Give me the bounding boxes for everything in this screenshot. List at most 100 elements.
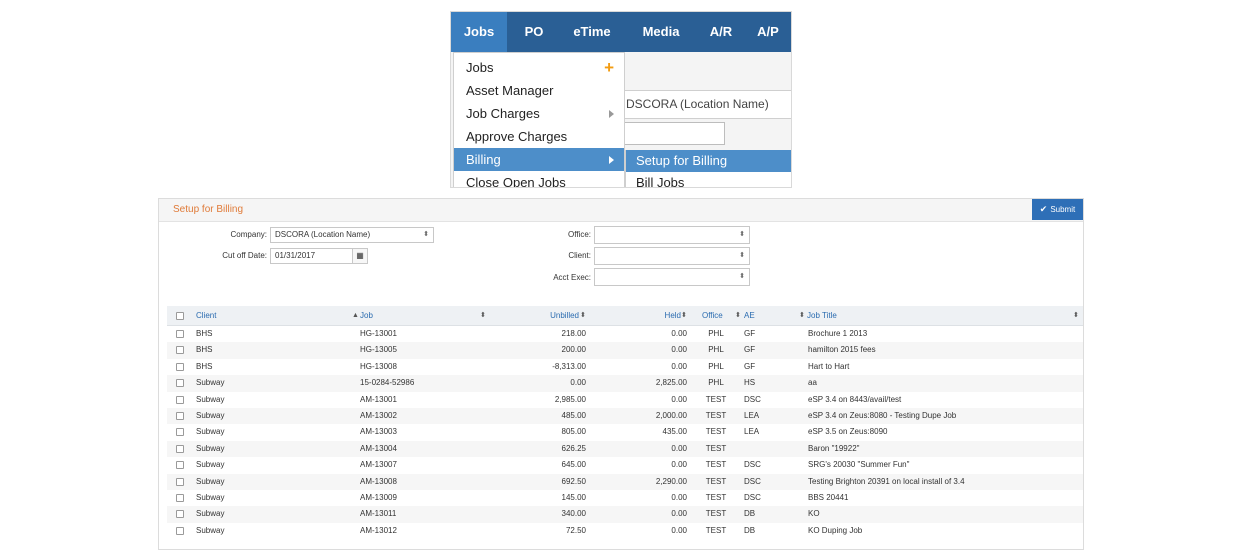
column-header-unbilled[interactable]: Unbilled (507, 306, 579, 325)
cutoff-date-value: 01/31/2017 (275, 251, 316, 260)
sort-icon[interactable]: ⬍ (580, 306, 586, 325)
cell-ae: GF (744, 329, 756, 338)
cell-job-title: aa (808, 378, 817, 388)
cell-held: 435.00 (662, 427, 687, 437)
menu-item-close-open-jobs[interactable]: Close Open Jobs (454, 171, 624, 188)
row-checkbox[interactable] (176, 494, 184, 502)
row-checkbox[interactable] (176, 379, 184, 388)
menu-item-asset-manager[interactable]: Asset Manager (454, 79, 624, 102)
column-header-held[interactable]: Held (617, 306, 681, 325)
table-row[interactable]: Subway 15-0284-52986 0.00 2,825.00 PHL HS aa (167, 375, 1083, 392)
cell-office: PHL (708, 345, 724, 355)
sort-asc-icon[interactable]: ▲ (352, 306, 359, 325)
office-select[interactable]: ⬍ (594, 226, 750, 244)
cell-job-title: Baron "19922" (808, 443, 860, 453)
nav-tab-ar[interactable]: A/R (699, 12, 743, 52)
column-header-job[interactable]: Job (360, 306, 373, 325)
table-row[interactable]: Subway AM-13008 692.50 2,290.00 TEST DSC Testi… (167, 473, 1083, 490)
submit-label: Submit (1050, 205, 1076, 214)
cell-office: TEST (705, 525, 727, 535)
column-header-job-title[interactable]: Job Title (807, 306, 837, 325)
row-checkbox[interactable] (176, 346, 184, 355)
vertical-scrollbar[interactable] (1083, 326, 1084, 531)
cell-ae: DSC (744, 394, 761, 404)
cell-ae: HS (744, 378, 756, 388)
cell-job-title: eSP 3.5 on Zeus:8090 (808, 427, 888, 437)
menu-item-jobs[interactable]: Jobs + (454, 56, 624, 79)
row-checkbox[interactable] (176, 477, 184, 486)
client-select[interactable]: ⬍ (594, 247, 750, 265)
column-header-office[interactable]: Office (702, 306, 723, 325)
cutoff-date-input[interactable]: 01/31/2017 ▦ (270, 248, 368, 264)
select-caret-icon: ⬍ (739, 231, 745, 238)
cell-office: PHL (708, 361, 724, 371)
table-row[interactable]: BHS HG-13001 218.00 0.00 PHL GF Brochure 1 201… (167, 326, 1083, 342)
check-icon: ✔ (1039, 204, 1048, 214)
nav-tab-ap[interactable]: A/P (743, 12, 791, 52)
table-row[interactable]: Subway AM-13011 340.00 0.00 TEST DB KO (167, 506, 1083, 523)
table-row[interactable]: Subway AM-13007 645.00 0.00 TEST DSC SRG's 200… (167, 457, 1083, 473)
menu-item-approve-charges[interactable]: Approve Charges (454, 125, 624, 148)
sort-icon[interactable]: ⬍ (735, 306, 741, 325)
table-row[interactable]: BHS HG-13005 200.00 0.00 PHL GF hamilton 2015 … (167, 342, 1083, 359)
acct-exec-label: Acct Exec: (553, 273, 591, 282)
row-checkbox[interactable] (176, 362, 184, 371)
acct-exec-select[interactable]: ⬍ (594, 268, 750, 286)
cell-held: 0.00 (671, 329, 687, 338)
company-select[interactable]: DSCORA (Location Name) ⬍ (270, 227, 434, 243)
select-all-checkbox[interactable] (176, 312, 184, 320)
table-row[interactable]: Subway AM-13004 626.25 0.00 TEST Baron "19922… (167, 440, 1083, 458)
cell-client: BHS (196, 361, 213, 371)
row-checkbox[interactable] (176, 330, 184, 338)
calendar-icon[interactable]: ▦ (352, 249, 367, 263)
menu-item-label: Close Open Jobs (466, 175, 566, 188)
sort-icon[interactable]: ⬍ (681, 306, 687, 325)
select-caret-icon: ⬍ (739, 252, 745, 259)
cutoff-date-label: Cut off Date: (222, 251, 267, 260)
cell-ae: DSC (744, 493, 761, 502)
menu-item-job-charges[interactable]: Job Charges (454, 102, 624, 125)
cell-office: TEST (705, 411, 727, 420)
nav-tab-etime[interactable]: eTime (561, 12, 623, 52)
submit-button[interactable]: ✔ Submit (1032, 199, 1083, 220)
sort-icon[interactable]: ⬍ (480, 306, 486, 325)
cell-client: Subway (196, 525, 225, 535)
company-label: Company: (230, 230, 267, 239)
submenu-item-setup-for-billing[interactable]: Setup for Billing (626, 150, 791, 172)
cell-job: AM-13009 (360, 493, 397, 502)
cell-held: 2,290.00 (655, 476, 687, 486)
row-checkbox[interactable] (176, 412, 184, 420)
nav-tab-po[interactable]: PO (507, 12, 561, 52)
table-row[interactable]: Subway AM-13001 2,985.00 0.00 TEST DSC eSP 3.4… (167, 392, 1083, 408)
cell-job-title: eSP 3.4 on 8443/avail/test (808, 394, 902, 404)
table-row[interactable]: Subway AM-13012 72.50 0.00 TEST DB KO Duping J… (167, 523, 1083, 539)
row-checkbox[interactable] (176, 461, 184, 470)
cell-job: 15-0284-52986 (360, 378, 415, 388)
table-row[interactable]: BHS HG-13008 -8,313.00 0.00 PHL GF Hart to Har… (167, 359, 1083, 375)
cell-client: Subway (196, 411, 225, 420)
plus-icon[interactable]: + (604, 56, 614, 79)
menu-item-billing[interactable]: Billing (454, 148, 624, 171)
row-checkbox[interactable] (176, 428, 184, 437)
nav-tab-media[interactable]: Media (623, 12, 699, 52)
nav-tab-jobs[interactable]: Jobs (451, 12, 507, 52)
column-header-client[interactable]: Client (196, 306, 216, 325)
cell-ae: LEA (744, 427, 760, 437)
cell-ae: GF (744, 361, 756, 371)
row-checkbox[interactable] (176, 510, 184, 519)
table-row[interactable]: Subway AM-13002 485.00 2,000.00 TEST LEA eSP 3… (167, 408, 1083, 425)
cell-office: TEST (705, 509, 727, 519)
sort-icon[interactable]: ⬍ (799, 306, 805, 325)
table-row[interactable]: Subway AM-13003 805.00 435.00 TEST LEA eSP 3.5… (167, 424, 1083, 440)
cell-held: 0.00 (671, 394, 687, 404)
cell-office: PHL (708, 378, 724, 388)
row-checkbox[interactable] (176, 444, 184, 453)
row-checkbox[interactable] (176, 526, 184, 535)
background-company-field: DSCORA (Location Name) (623, 90, 791, 119)
column-header-ae[interactable]: AE (744, 306, 755, 325)
table-row[interactable]: Subway AM-13009 145.00 0.00 TEST DSC BBS 20441 (167, 490, 1083, 506)
row-checkbox[interactable] (176, 395, 184, 404)
menu-item-label: Approve Charges (466, 129, 568, 144)
sort-icon[interactable]: ⬍ (1073, 306, 1079, 325)
submenu-item-bill-jobs[interactable]: Bill Jobs (626, 172, 791, 187)
